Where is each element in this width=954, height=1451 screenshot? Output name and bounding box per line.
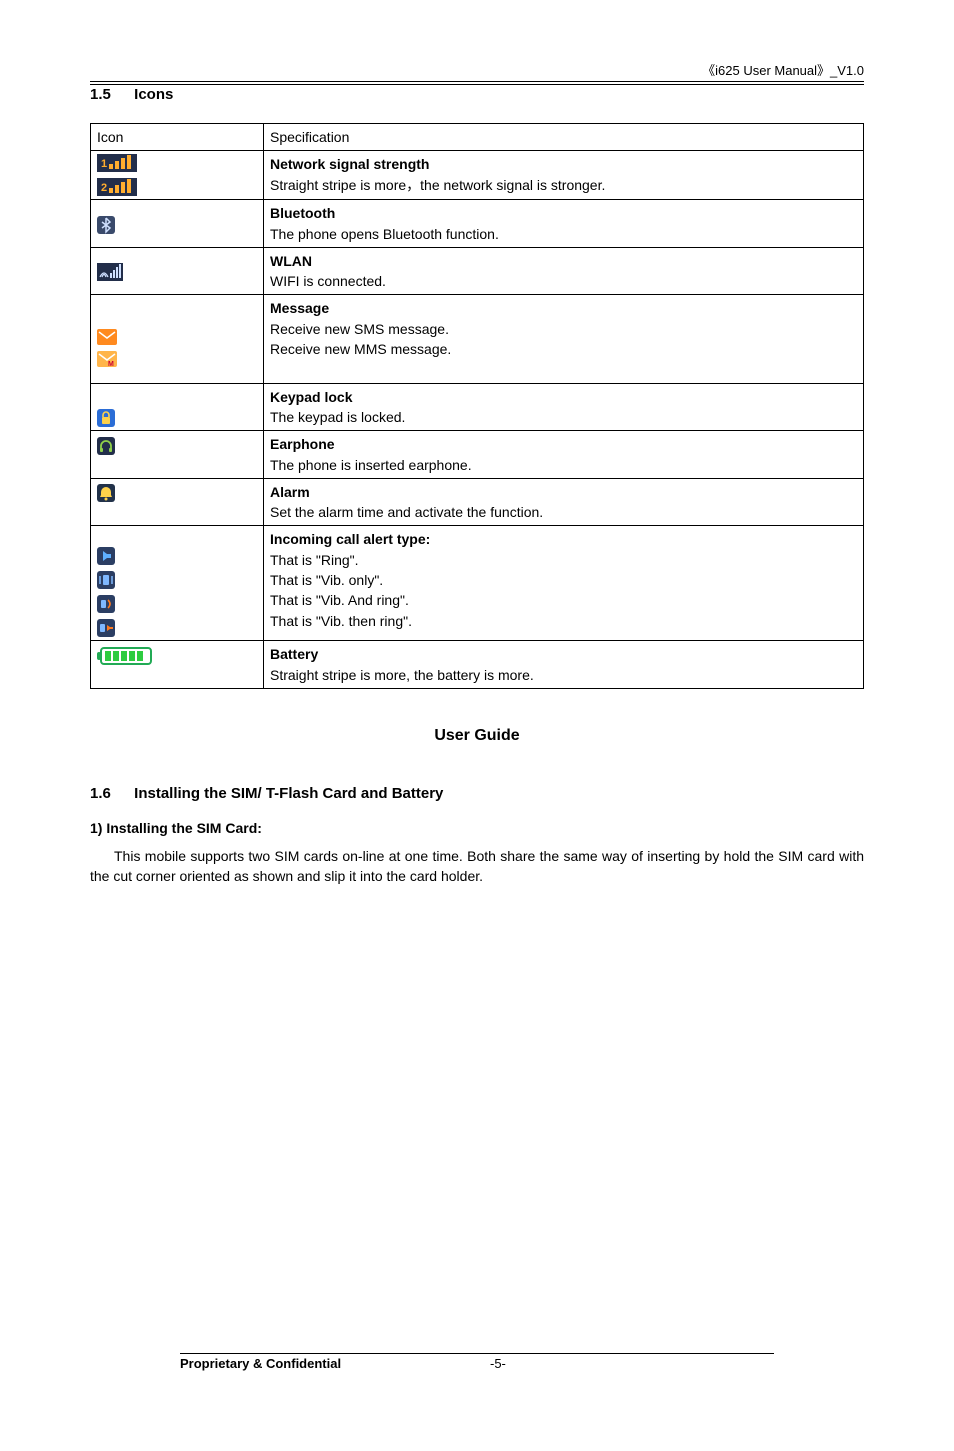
- section-1-6-num: 1.6: [90, 785, 130, 802]
- row-desc: The keypad is locked.: [270, 409, 405, 425]
- svg-text:M: M: [108, 361, 114, 367]
- cell-icon-battery: [91, 641, 264, 689]
- battery-icon: [97, 646, 155, 666]
- table-row: WLAN WIFI is connected.: [91, 247, 864, 295]
- alarm-icon: [97, 484, 115, 502]
- row-title: Message: [270, 300, 329, 316]
- cell-icon-keypad: [91, 383, 264, 431]
- row-title: Bluetooth: [270, 205, 335, 221]
- cell-icon-signal: 1 2: [91, 151, 264, 200]
- row-title: Network signal strength: [270, 156, 429, 172]
- mms-icon: M: [97, 351, 117, 367]
- cell-spec-alarm: Alarm Set the alarm time and activate th…: [264, 478, 864, 526]
- footer-left: Proprietary & Confidential: [180, 1356, 490, 1371]
- section-1-6-heading: 1.6 Installing the SIM/ T-Flash Card and…: [90, 785, 864, 802]
- cell-spec-keypad: Keypad lock The keypad is locked.: [264, 383, 864, 431]
- wifi-icon: [97, 263, 123, 281]
- cell-icon-bluetooth: [91, 200, 264, 248]
- row-title: Battery: [270, 646, 318, 662]
- row-l4: That is "Vib. then ring".: [270, 613, 412, 629]
- row-desc: The phone is inserted earphone.: [270, 457, 472, 473]
- cell-spec-bluetooth: Bluetooth The phone opens Bluetooth func…: [264, 200, 864, 248]
- row-title: Incoming call alert type:: [270, 531, 430, 547]
- section-1-5-heading: 1.5 Icons: [90, 84, 864, 103]
- footer: Proprietary & Confidential -5-: [180, 1353, 774, 1371]
- subsection-1-num: 1): [90, 820, 102, 836]
- row-desc: The phone opens Bluetooth function.: [270, 226, 499, 242]
- icons-table: Icon Specification 1 2 Network signal st…: [90, 123, 864, 689]
- sms-icon: [97, 329, 117, 345]
- subsection-1: 1) Installing the SIM Card:: [90, 820, 864, 836]
- table-row: Icon Specification: [91, 124, 864, 151]
- row-title: Earphone: [270, 436, 335, 452]
- table-row: M Message Receive new SMS message. Recei…: [91, 295, 864, 383]
- table-row: Alarm Set the alarm time and activate th…: [91, 478, 864, 526]
- cell-icon-header: Icon: [91, 124, 264, 151]
- earphone-icon: [97, 437, 115, 455]
- vib-then-ring-icon: [97, 619, 115, 637]
- row-desc2: Receive new MMS message.: [270, 341, 451, 357]
- section-1-5-num: 1.5: [90, 86, 130, 103]
- signal-strength-icon-2: 2: [97, 178, 137, 196]
- table-row: Battery Straight stripe is more, the bat…: [91, 641, 864, 689]
- table-row: Bluetooth The phone opens Bluetooth func…: [91, 200, 864, 248]
- row-desc: WIFI is connected.: [270, 273, 386, 289]
- row-l1: That is "Ring".: [270, 552, 359, 568]
- row-l3: That is "Vib. And ring".: [270, 592, 409, 608]
- cell-icon-message: M: [91, 295, 264, 383]
- user-guide-heading: User Guide: [90, 727, 864, 745]
- cell-spec-signal: Network signal strength Straight stripe …: [264, 151, 864, 200]
- svg-text:1: 1: [101, 158, 107, 170]
- subsection-1-title: Installing the SIM Card:: [106, 820, 262, 836]
- header-rule: [90, 81, 864, 82]
- row-desc: Set the alarm time and activate the func…: [270, 504, 543, 520]
- row-title: WLAN: [270, 253, 312, 269]
- row-desc: Straight stripe is more，the network sign…: [270, 177, 605, 193]
- row-l2: That is "Vib. only".: [270, 572, 383, 588]
- cell-icon-alarm: [91, 478, 264, 526]
- table-row: Keypad lock The keypad is locked.: [91, 383, 864, 431]
- paragraph-1: This mobile supports two SIM cards on-li…: [90, 846, 864, 887]
- cell-spec-earphone: Earphone The phone is inserted earphone.: [264, 431, 864, 479]
- cell-spec-alert: Incoming call alert type: That is "Ring"…: [264, 526, 864, 641]
- row-desc1: Receive new SMS message.: [270, 321, 449, 337]
- vib-and-ring-icon: [97, 595, 115, 613]
- cell-spec-battery: Battery Straight stripe is more, the bat…: [264, 641, 864, 689]
- table-row: 1 2 Network signal strength Straight str…: [91, 151, 864, 200]
- signal-strength-icon: 1: [97, 154, 137, 172]
- bluetooth-icon: [97, 216, 115, 234]
- cell-icon-wlan: [91, 247, 264, 295]
- ring-icon: [97, 547, 115, 565]
- row-title: Keypad lock: [270, 389, 352, 405]
- header-right: 《i625 User Manual》_V1.0: [90, 60, 864, 79]
- footer-rule: [180, 1353, 774, 1354]
- vib-only-icon: [97, 571, 115, 589]
- lock-icon: [97, 409, 115, 427]
- row-desc: Straight stripe is more, the battery is …: [270, 667, 534, 683]
- cell-icon-earphone: [91, 431, 264, 479]
- cell-icon-alert: [91, 526, 264, 641]
- cell-spec-message: Message Receive new SMS message. Receive…: [264, 295, 864, 383]
- cell-spec-wlan: WLAN WIFI is connected.: [264, 247, 864, 295]
- footer-page: -5-: [490, 1356, 506, 1371]
- table-row: Earphone The phone is inserted earphone.: [91, 431, 864, 479]
- section-1-6-title: Installing the SIM/ T-Flash Card and Bat…: [134, 785, 443, 802]
- section-1-5-title: Icons: [134, 86, 173, 103]
- row-title: Alarm: [270, 484, 310, 500]
- svg-text:2: 2: [101, 182, 107, 194]
- cell-spec-header: Specification: [264, 124, 864, 151]
- table-row: Incoming call alert type: That is "Ring"…: [91, 526, 864, 641]
